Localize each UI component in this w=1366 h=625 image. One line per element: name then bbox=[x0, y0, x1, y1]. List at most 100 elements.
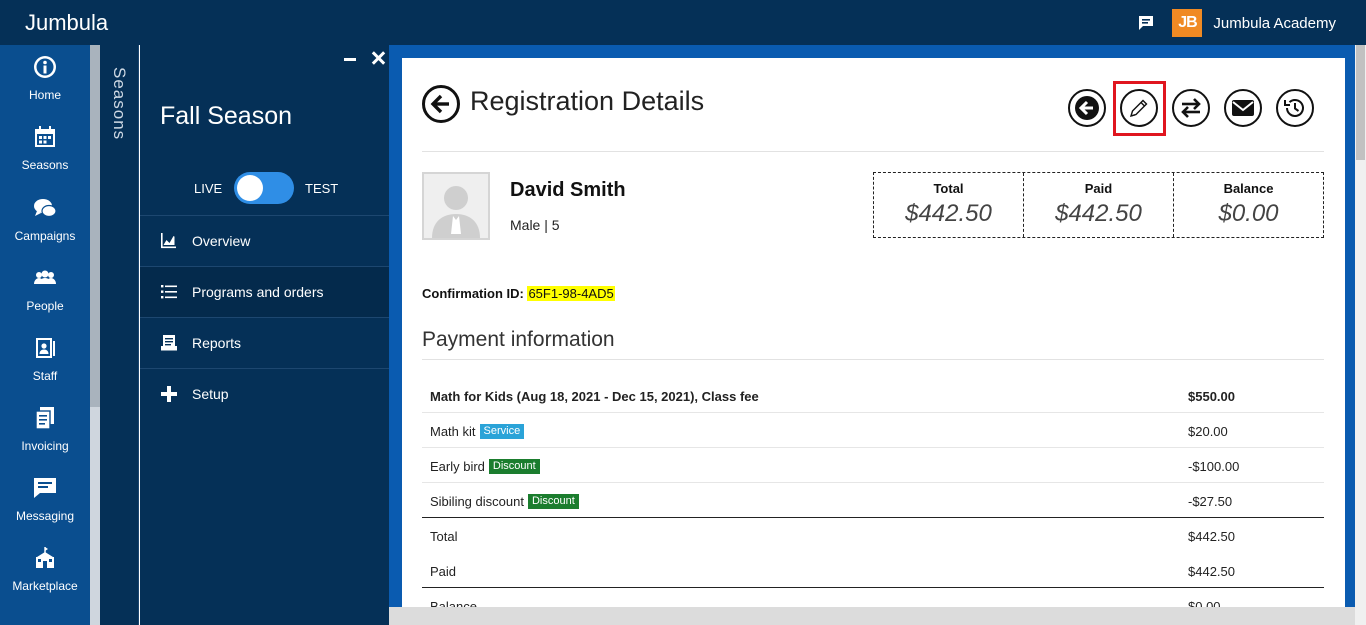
registration-card: Registration Details David Smith Male | … bbox=[402, 58, 1345, 607]
row-amount: -$27.50 bbox=[1188, 494, 1233, 509]
edit-highlight-box bbox=[1113, 81, 1166, 136]
service-badge: Service bbox=[479, 424, 525, 439]
nav-scroll-thumb[interactable] bbox=[90, 45, 100, 407]
nav-item-marketplace[interactable]: Marketplace bbox=[0, 536, 90, 606]
row-desc-text: Balance bbox=[430, 599, 477, 607]
table-row: Sibiling discount Discount -$27.50 bbox=[422, 483, 1324, 518]
email-button[interactable] bbox=[1224, 89, 1262, 127]
calendar-icon bbox=[35, 126, 55, 147]
menu-item-overview[interactable]: Overview bbox=[140, 215, 389, 266]
row-description: Math kit Service bbox=[430, 424, 525, 439]
close-icon[interactable] bbox=[371, 51, 385, 65]
row-amount: $442.50 bbox=[1188, 529, 1235, 544]
main-scroll-thumb[interactable] bbox=[1356, 45, 1365, 160]
chat-bubbles-icon bbox=[34, 199, 57, 218]
brand-logo[interactable]: Jumbula bbox=[25, 10, 108, 36]
transfer-button[interactable] bbox=[1172, 89, 1210, 127]
live-test-toggle[interactable] bbox=[234, 172, 294, 204]
nav-label: Campaigns bbox=[14, 229, 76, 243]
live-test-toggle-row: LIVE TEST bbox=[140, 171, 389, 205]
discount-badge: Discount bbox=[527, 494, 579, 509]
summary-total-value: $442.50 bbox=[905, 200, 992, 227]
person-details: Male | 5 bbox=[510, 217, 560, 233]
row-amount: $442.50 bbox=[1188, 564, 1235, 579]
chart-icon bbox=[161, 233, 176, 249]
table-row: Early bird Discount -$100.00 bbox=[422, 448, 1324, 483]
menu-item-label: Reports bbox=[192, 335, 242, 351]
row-desc-text: Paid bbox=[430, 564, 457, 579]
header-divider bbox=[422, 151, 1324, 152]
history-icon bbox=[1284, 99, 1304, 117]
row-desc-text: Math kit bbox=[430, 424, 476, 439]
main-horizontal-scrollbar[interactable] bbox=[389, 607, 1355, 625]
row-description: Balance bbox=[430, 599, 477, 607]
menu-item-programs-and-orders[interactable]: Programs and orders bbox=[140, 266, 389, 317]
menu-item-setup[interactable]: Setup bbox=[140, 368, 389, 419]
row-description: Total bbox=[430, 529, 457, 544]
row-amount: $550.00 bbox=[1188, 389, 1235, 404]
info-icon bbox=[34, 56, 56, 78]
person-name: David Smith bbox=[510, 179, 626, 201]
nav-item-people[interactable]: People bbox=[0, 256, 90, 326]
org-name[interactable]: Jumbula Academy bbox=[1213, 15, 1336, 32]
summary-paid: Paid $442.50 bbox=[1023, 173, 1173, 237]
chat-icon[interactable] bbox=[1138, 15, 1154, 31]
balance-summary: Total $442.50 Paid $442.50 Balance $0.00 bbox=[873, 172, 1324, 238]
report-icon bbox=[161, 335, 177, 351]
nav-item-invoicing[interactable]: Invoicing bbox=[0, 396, 90, 466]
summary-total-label: Total bbox=[933, 181, 964, 196]
nav-label: People bbox=[26, 299, 64, 313]
row-desc-text: Math for Kids (Aug 18, 2021 - Dec 15, 20… bbox=[430, 389, 759, 404]
toggle-test-label: TEST bbox=[305, 181, 339, 196]
nav-label: Staff bbox=[32, 369, 58, 383]
table-row: Total $442.50 bbox=[422, 518, 1324, 553]
org-logo[interactable]: JB bbox=[1172, 9, 1203, 37]
nav-item-staff[interactable]: Staff bbox=[0, 326, 90, 396]
row-desc-text: Early bird bbox=[430, 459, 485, 474]
payment-table: Math for Kids (Aug 18, 2021 - Dec 15, 20… bbox=[422, 378, 1324, 607]
back-icon bbox=[1075, 96, 1099, 120]
minimize-icon[interactable] bbox=[343, 51, 357, 65]
seasons-strip-label: Seasons bbox=[110, 67, 129, 141]
back-button[interactable] bbox=[1068, 89, 1106, 127]
seasons-strip[interactable]: Seasons bbox=[100, 45, 139, 625]
user-silhouette-icon bbox=[432, 186, 480, 238]
main-vertical-scrollbar[interactable] bbox=[1355, 45, 1366, 625]
nav-item-seasons[interactable]: Seasons bbox=[0, 115, 90, 185]
nav-item-messaging[interactable]: Messaging bbox=[0, 466, 90, 536]
row-desc-text: Sibiling discount bbox=[430, 494, 524, 509]
confirmation-id: 65F1-98-4AD5 bbox=[527, 286, 615, 301]
row-amount: $0.00 bbox=[1188, 599, 1221, 607]
top-right-area: JB Jumbula Academy bbox=[1138, 9, 1336, 37]
table-row: Balance $0.00 bbox=[422, 588, 1324, 607]
left-nav: Home Seasons Campaigns People Staff Invo… bbox=[0, 45, 90, 625]
nav-label: Seasons bbox=[21, 158, 69, 172]
table-row: Math kit Service $20.00 bbox=[422, 413, 1324, 448]
menu-item-label: Setup bbox=[192, 386, 229, 402]
menu-item-reports[interactable]: Reports bbox=[140, 317, 389, 368]
discount-badge: Discount bbox=[488, 459, 540, 474]
row-amount: -$100.00 bbox=[1188, 459, 1240, 474]
confirmation-label: Confirmation ID: bbox=[422, 286, 524, 301]
transfer-icon bbox=[1181, 98, 1201, 118]
back-arrow-icon[interactable] bbox=[422, 85, 460, 123]
list-icon bbox=[161, 285, 177, 299]
people-icon bbox=[34, 270, 56, 284]
menu-item-label: Programs and orders bbox=[192, 284, 324, 300]
invoice-icon bbox=[35, 407, 54, 430]
nav-label: Marketplace bbox=[12, 579, 78, 593]
summary-balance-value: $0.00 bbox=[1218, 200, 1279, 227]
payment-divider bbox=[422, 359, 1324, 360]
menu-item-label: Overview bbox=[192, 233, 251, 249]
nav-scrollbar[interactable] bbox=[90, 45, 100, 625]
nav-item-home[interactable]: Home bbox=[0, 45, 90, 115]
history-button[interactable] bbox=[1276, 89, 1314, 127]
summary-total: Total $442.50 bbox=[874, 173, 1023, 237]
nav-label: Home bbox=[28, 88, 61, 102]
season-menu: Overview Programs and orders Reports Set… bbox=[140, 215, 389, 419]
row-description: Early bird Discount bbox=[430, 459, 540, 474]
panel-controls bbox=[343, 51, 385, 65]
nav-item-campaigns[interactable]: Campaigns bbox=[0, 186, 90, 256]
row-desc-text: Total bbox=[430, 529, 458, 544]
nav-label: Invoicing bbox=[21, 439, 69, 453]
